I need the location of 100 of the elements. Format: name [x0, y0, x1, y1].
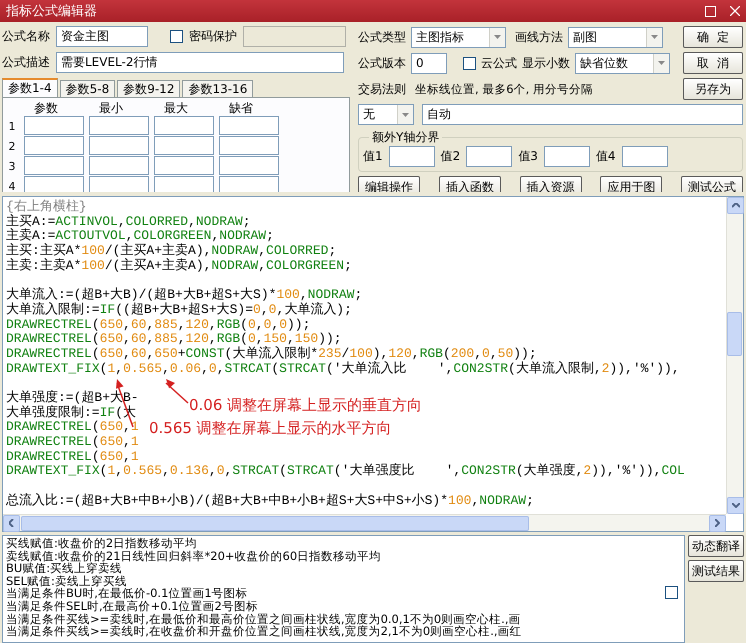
draw-method-label: 画线方法	[515, 28, 563, 46]
param-input[interactable]	[219, 176, 279, 192]
value-label: 值3	[518, 148, 538, 165]
value-field[interactable]	[544, 146, 590, 167]
scroll-up-icon[interactable]	[732, 203, 740, 208]
decimals-dropdown[interactable]: 缺省位数	[575, 52, 670, 74]
param-input[interactable]	[154, 156, 214, 175]
param-tab[interactable]: 参数1-4	[2, 78, 58, 97]
password-checkbox[interactable]	[170, 30, 183, 43]
toolbar-button[interactable]: 插入函数	[438, 176, 501, 192]
output-checkbox[interactable]	[665, 586, 678, 599]
output-line: 当满足条件买线>=卖线时,在收盘价和开盘价位置之间画柱状线,宽度为2,1不为0则画空心柱.,画红	[6, 625, 522, 638]
toolbar-button[interactable]: 插入资源	[520, 176, 582, 192]
code-line: 大单强度:=(超B+大B-	[6, 390, 139, 405]
param-input[interactable]	[154, 176, 214, 192]
cloud-checkbox[interactable]	[463, 56, 476, 70]
formula-name-field[interactable]: 资金主图	[56, 26, 148, 47]
confirm-button[interactable]: 确 定	[683, 26, 743, 48]
annotation-arrow	[166, 379, 188, 404]
scroll-down-icon[interactable]	[732, 503, 740, 508]
draw-method-dropdown[interactable]: 副图	[568, 26, 663, 48]
value-field[interactable]	[388, 146, 435, 167]
decimals-label: 显示小数	[522, 54, 570, 72]
code-line: DRAWRECTREL(650,60,650+CONST(大单流入限制*235/100),120,RGB(200,0,50));	[6, 346, 537, 361]
axis-lines-label: 坐标线位置, 最多6个, 用分号分隔	[415, 82, 593, 96]
column-header: 最小	[98, 100, 124, 116]
scroll-left-icon[interactable]	[9, 519, 14, 527]
output-line: SEL赋值:卖线上穿买线	[6, 574, 127, 588]
code-line: DRAWRECTREL(650,1	[6, 450, 139, 464]
version-label: 公式版本	[358, 54, 406, 72]
param-input[interactable]	[219, 136, 279, 155]
code-line: DRAWTEXT_FIX(1,0.565,0.06,0,STRCAT(STRCAT('大单流入比 ',CON2STR(大单流入限制,2)),'%')),	[6, 362, 680, 376]
dropdown-arrow-icon	[402, 112, 409, 116]
toolbar-button[interactable]: 测试公式	[681, 176, 743, 192]
formula-name-label: 公式名称	[2, 28, 50, 45]
output-line: 卖线赋值:收盘价的21日线性回归斜率*20+收盘价的60日指数移动平均	[6, 550, 382, 562]
param-input[interactable]	[24, 116, 84, 135]
param-input[interactable]	[89, 136, 149, 155]
param-tab[interactable]: 参数5-8	[60, 80, 116, 97]
formula-type-dropdown[interactable]: 主图指标	[411, 26, 506, 48]
param-input[interactable]	[154, 136, 214, 155]
cancel-button[interactable]: 取 消	[683, 52, 743, 74]
group-title: 额外Y轴分界	[371, 129, 440, 146]
value-field[interactable]	[466, 146, 512, 167]
row-number: 3	[8, 158, 16, 174]
output-line: 当满足条件SEL时,在最高价+0.1位置画2号图标	[6, 600, 258, 613]
output-line: 当满足条件买线>=卖线时,在最低价和最高价位置之间画柱状线,宽度为0.0,1不为0则画空心柱.,画	[6, 612, 520, 626]
scroll-thumb[interactable]	[21, 516, 529, 530]
output-line: 当满足条件BU时,在最低价-0.1位置画1号图标	[6, 587, 248, 600]
save-as-button[interactable]: 另存为	[683, 78, 743, 100]
scroll-thumb[interactable]	[727, 312, 742, 356]
output-button[interactable]: 测试结果	[688, 560, 744, 582]
param-input[interactable]	[154, 116, 214, 135]
code-line: DRAWRECTREL(650,60,885,120,RGB(0,0,0));	[6, 318, 310, 332]
trade-rule-dropdown[interactable]: 无	[358, 104, 414, 125]
code-line: 主买A:=ACTINVOL,COLORRED,NODRAW;	[6, 214, 250, 229]
cloud-label: 云公式	[481, 54, 517, 72]
code-line: 大单流入:=(超B+大B)/(超B+大B+超S+大S)*100,NODRAW;	[6, 288, 362, 302]
param-tab[interactable]: 参数9-12	[117, 80, 180, 97]
code-line: 主卖A:=ACTOUTVOL,COLORGREEN,NODRAW;	[6, 229, 274, 244]
param-input[interactable]	[24, 176, 84, 192]
code-line: DRAWRECTREL(650,1	[6, 435, 139, 450]
password-field[interactable]	[243, 26, 346, 47]
code-line: 主买:主买A*100/(主买A+主卖A),NODRAW,COLORRED;	[6, 244, 336, 258]
param-input[interactable]	[219, 156, 279, 175]
value-label: 值2	[440, 148, 460, 165]
param-input[interactable]	[89, 116, 149, 135]
param-input[interactable]	[219, 116, 279, 135]
row-number: 2	[8, 138, 16, 154]
value-field[interactable]	[622, 146, 668, 167]
toolbar-button[interactable]: 编辑操作	[358, 176, 420, 192]
window-title: 指标公式编辑器	[6, 3, 98, 20]
annotation-text: 0.565 调整在屏幕上显示的水平方向	[149, 419, 392, 438]
row-number: 1	[8, 118, 16, 134]
scroll-right-icon[interactable]	[715, 519, 720, 527]
column-header: 缺省	[228, 100, 254, 116]
axis-lines-field[interactable]: 自动	[422, 104, 743, 125]
version-field[interactable]: 0	[411, 52, 447, 74]
description-field[interactable]: 需要LEVEL-2行情	[56, 52, 344, 73]
param-tab[interactable]: 参数13-16	[182, 80, 254, 97]
code-line: DRAWRECTREL(650,1	[6, 420, 139, 435]
dropdown-arrow-icon	[658, 61, 665, 65]
param-input[interactable]	[24, 136, 84, 155]
param-input[interactable]	[89, 156, 149, 175]
maximize-icon[interactable]	[705, 6, 716, 16]
param-input[interactable]	[24, 156, 84, 175]
code-line: 主卖:主卖A*100/(主买A+主卖A),NODRAW,COLORGREEN;	[6, 258, 352, 274]
code-line: 总流入比:=(超B+大B+中B+小B)/(超B+大B+中B+小B+超S+大S+中S+小S)*100,NODRAW;	[6, 494, 534, 508]
description-label: 公式描述	[2, 54, 50, 71]
dropdown-arrow-icon	[651, 35, 658, 39]
column-header: 最大	[163, 100, 189, 116]
column-header: 参数	[33, 100, 59, 116]
output-button[interactable]: 动态翻译	[688, 535, 744, 557]
param-input[interactable]	[89, 176, 149, 192]
formula-type-label: 公式类型	[358, 28, 406, 46]
horizontal-scrollbar[interactable]	[3, 514, 726, 531]
code-line: 大单流入限制:=IF((超B+大B+超S+大S)=0,0,大单流入);	[6, 302, 352, 318]
close-icon[interactable]	[730, 6, 740, 16]
toolbar-button[interactable]: 应用于图	[600, 176, 662, 192]
annotation-text: 0.06 调整在屏幕上显示的垂直方向	[189, 396, 422, 415]
